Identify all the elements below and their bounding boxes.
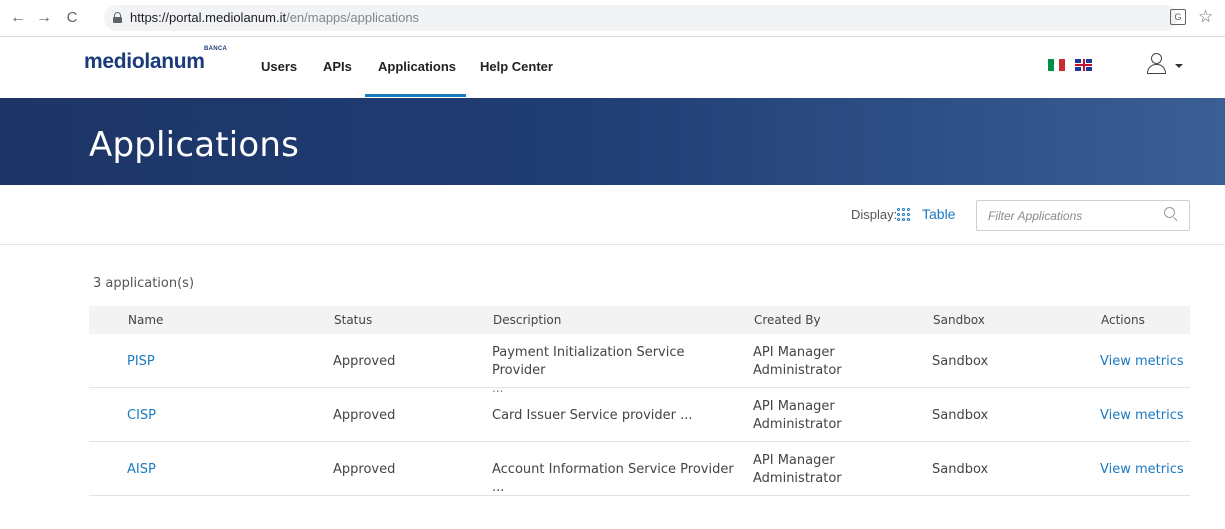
list-toolbar: Display: Table <box>0 185 1225 245</box>
bookmark-star-icon[interactable]: ☆ <box>1198 7 1213 27</box>
lock-icon <box>113 12 122 23</box>
applications-table: Name Status Description Created By Sandb… <box>89 306 1190 496</box>
column-header-sandbox[interactable]: Sandbox <box>933 313 985 327</box>
description-text: Payment Initialization Service Provider <box>492 345 685 378</box>
nav-item-users[interactable]: Users <box>261 59 297 74</box>
back-arrow-icon[interactable]: ← <box>8 8 28 28</box>
url-text: https://portal.mediolanum.it/en/mapps/ap… <box>130 10 420 25</box>
uk-flag-icon[interactable] <box>1075 59 1092 71</box>
forward-arrow-icon[interactable]: → <box>34 8 54 28</box>
application-sandbox: Sandbox <box>932 462 989 477</box>
logo-banca-label: BANCA <box>204 46 228 52</box>
application-name-link[interactable]: CISP <box>127 407 156 425</box>
nav-item-help-center[interactable]: Help Center <box>480 59 553 74</box>
browser-toolbar: ← → C https://portal.mediolanum.it/en/ma… <box>0 0 1225 37</box>
application-status: Approved <box>333 408 396 423</box>
application-created-by: API Manager Administrator <box>753 345 842 378</box>
page-banner: Applications <box>0 98 1225 185</box>
nav-item-applications[interactable]: Applications <box>378 59 456 74</box>
column-header-description[interactable]: Description <box>493 313 561 327</box>
table-header: Name Status Description Created By Sandb… <box>89 306 1190 334</box>
column-header-created-by[interactable]: Created By <box>754 313 821 327</box>
display-mode-toggle[interactable]: Table <box>922 206 955 222</box>
application-description: Card Issuer Service provider ... <box>492 408 693 423</box>
display-label: Display: <box>851 207 898 222</box>
mediolanum-logo[interactable]: mediolanum BANCA <box>84 46 227 80</box>
chevron-down-icon[interactable] <box>1175 64 1183 68</box>
column-header-name[interactable]: Name <box>128 313 163 327</box>
application-count: 3 application(s) <box>93 276 195 291</box>
application-created-by: API Manager Administrator <box>753 453 842 486</box>
reload-icon[interactable]: C <box>62 8 82 28</box>
application-description: Account Information Service Provider ... <box>492 462 734 495</box>
italian-flag-icon[interactable] <box>1048 59 1066 71</box>
page-title: Applications <box>89 125 300 165</box>
application-sandbox: Sandbox <box>932 354 989 369</box>
application-name-link[interactable]: PISP <box>127 353 155 371</box>
table-row: PISP Approved Payment Initialization Ser… <box>89 334 1190 395</box>
table-row: AISP Approved Account Information Servic… <box>89 442 1190 496</box>
view-metrics-link[interactable]: View metrics <box>1100 407 1184 425</box>
search-icon[interactable] <box>1164 207 1180 223</box>
application-status: Approved <box>333 354 396 369</box>
application-sandbox: Sandbox <box>932 408 989 423</box>
nav-item-apis[interactable]: APIs <box>323 59 352 74</box>
view-metrics-link[interactable]: View metrics <box>1100 461 1184 479</box>
logo-wordmark: mediolanum <box>84 50 205 73</box>
column-header-actions: Actions <box>1101 313 1145 327</box>
view-metrics-link[interactable]: View metrics <box>1100 353 1184 371</box>
column-header-status[interactable]: Status <box>334 313 372 327</box>
grid-view-icon[interactable] <box>897 208 911 222</box>
address-bar[interactable]: https://portal.mediolanum.it/en/mapps/ap… <box>104 5 1177 31</box>
application-status: Approved <box>333 462 396 477</box>
translate-icon[interactable]: G <box>1170 9 1186 25</box>
top-navigation: mediolanum BANCA Users APIs Applications… <box>0 37 1225 98</box>
application-created-by: API Manager Administrator <box>753 399 842 432</box>
table-row: CISP Approved Card Issuer Service provid… <box>89 388 1190 442</box>
active-nav-indicator <box>365 94 466 97</box>
application-name-link[interactable]: AISP <box>127 461 156 479</box>
filter-applications-input[interactable] <box>976 200 1190 231</box>
user-account-icon[interactable] <box>1146 52 1168 76</box>
